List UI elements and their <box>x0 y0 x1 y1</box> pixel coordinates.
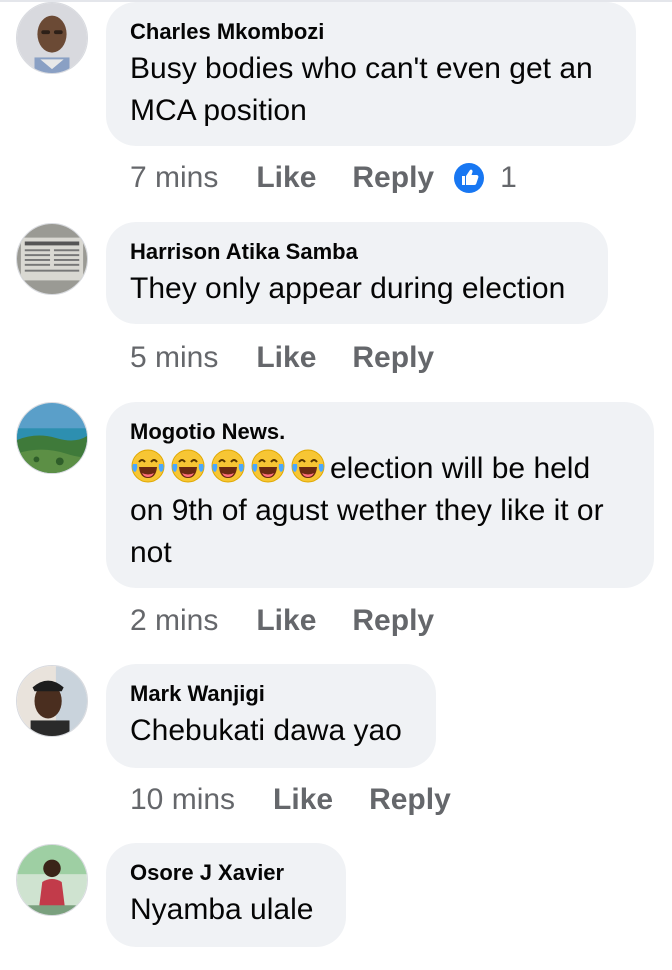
reply-button[interactable]: Reply <box>369 783 451 817</box>
comment-text: Nyamba ulale <box>130 893 314 926</box>
comment-actions: 2 mins Like Reply <box>130 601 470 641</box>
person-photo-icon <box>17 845 87 915</box>
landscape-photo-icon <box>17 403 87 473</box>
comment-bubble: Mogotio News. election will be held on 9… <box>106 402 654 588</box>
newspaper-photo-icon <box>17 224 87 294</box>
comment-bubble: Mark Wanjigi Chebukati dawa yao <box>106 664 436 768</box>
comment-author[interactable]: Harrison Atika Samba <box>130 238 584 266</box>
comment-text: Busy bodies who can't even get an MCA po… <box>130 52 593 127</box>
comment-text: They only appear during election <box>130 272 566 305</box>
laughing-crying-emoji-icon <box>211 449 245 483</box>
reply-button[interactable]: Reply <box>352 604 434 638</box>
emoji-group <box>130 449 330 485</box>
comment-time[interactable]: 10 mins <box>130 783 235 817</box>
comment-bubble: Harrison Atika Samba They only appear du… <box>106 222 608 324</box>
reply-button[interactable]: Reply <box>352 161 434 195</box>
comment-text: Chebukati dawa yao <box>130 714 402 747</box>
reaction-count: 1 <box>500 161 517 194</box>
laughing-crying-emoji-icon <box>251 449 285 483</box>
like-button[interactable]: Like <box>256 341 316 375</box>
laughing-crying-emoji-icon <box>171 449 205 483</box>
comment-author[interactable]: Mark Wanjigi <box>130 680 412 708</box>
thumbs-up-icon <box>454 163 485 193</box>
like-button[interactable]: Like <box>256 161 316 195</box>
comment-author[interactable]: Osore J Xavier <box>130 859 322 887</box>
comment-author[interactable]: Charles Mkombozi <box>130 18 612 46</box>
like-button[interactable]: Like <box>273 783 333 817</box>
avatar[interactable] <box>16 665 88 737</box>
comment-text: election will be held on 9th of agust we… <box>130 448 630 574</box>
comment-time[interactable]: 5 mins <box>130 341 218 375</box>
avatar[interactable] <box>16 402 88 474</box>
comment-time[interactable]: 7 mins <box>130 161 218 195</box>
man-portrait-icon <box>17 3 87 73</box>
comment-bubble: Charles Mkombozi Busy bodies who can't e… <box>106 2 636 146</box>
comment-time[interactable]: 2 mins <box>130 604 218 638</box>
comment-author[interactable]: Mogotio News. <box>130 418 630 446</box>
avatar[interactable] <box>16 223 88 295</box>
man-selfie-icon <box>17 666 87 736</box>
comment-actions: 10 mins Like Reply <box>130 780 487 820</box>
like-button[interactable]: Like <box>256 604 316 638</box>
comment-bubble: Osore J Xavier Nyamba ulale <box>106 843 346 947</box>
reply-button[interactable]: Reply <box>352 341 434 375</box>
laughing-crying-emoji-icon <box>131 449 165 483</box>
reaction-summary[interactable]: 1 <box>454 161 517 195</box>
comment-actions: 7 mins Like Reply 1 <box>130 158 517 198</box>
laughing-crying-emoji-icon <box>291 449 325 483</box>
avatar[interactable] <box>16 844 88 916</box>
avatar[interactable] <box>16 2 88 74</box>
comment-actions: 5 mins Like Reply <box>130 338 470 378</box>
